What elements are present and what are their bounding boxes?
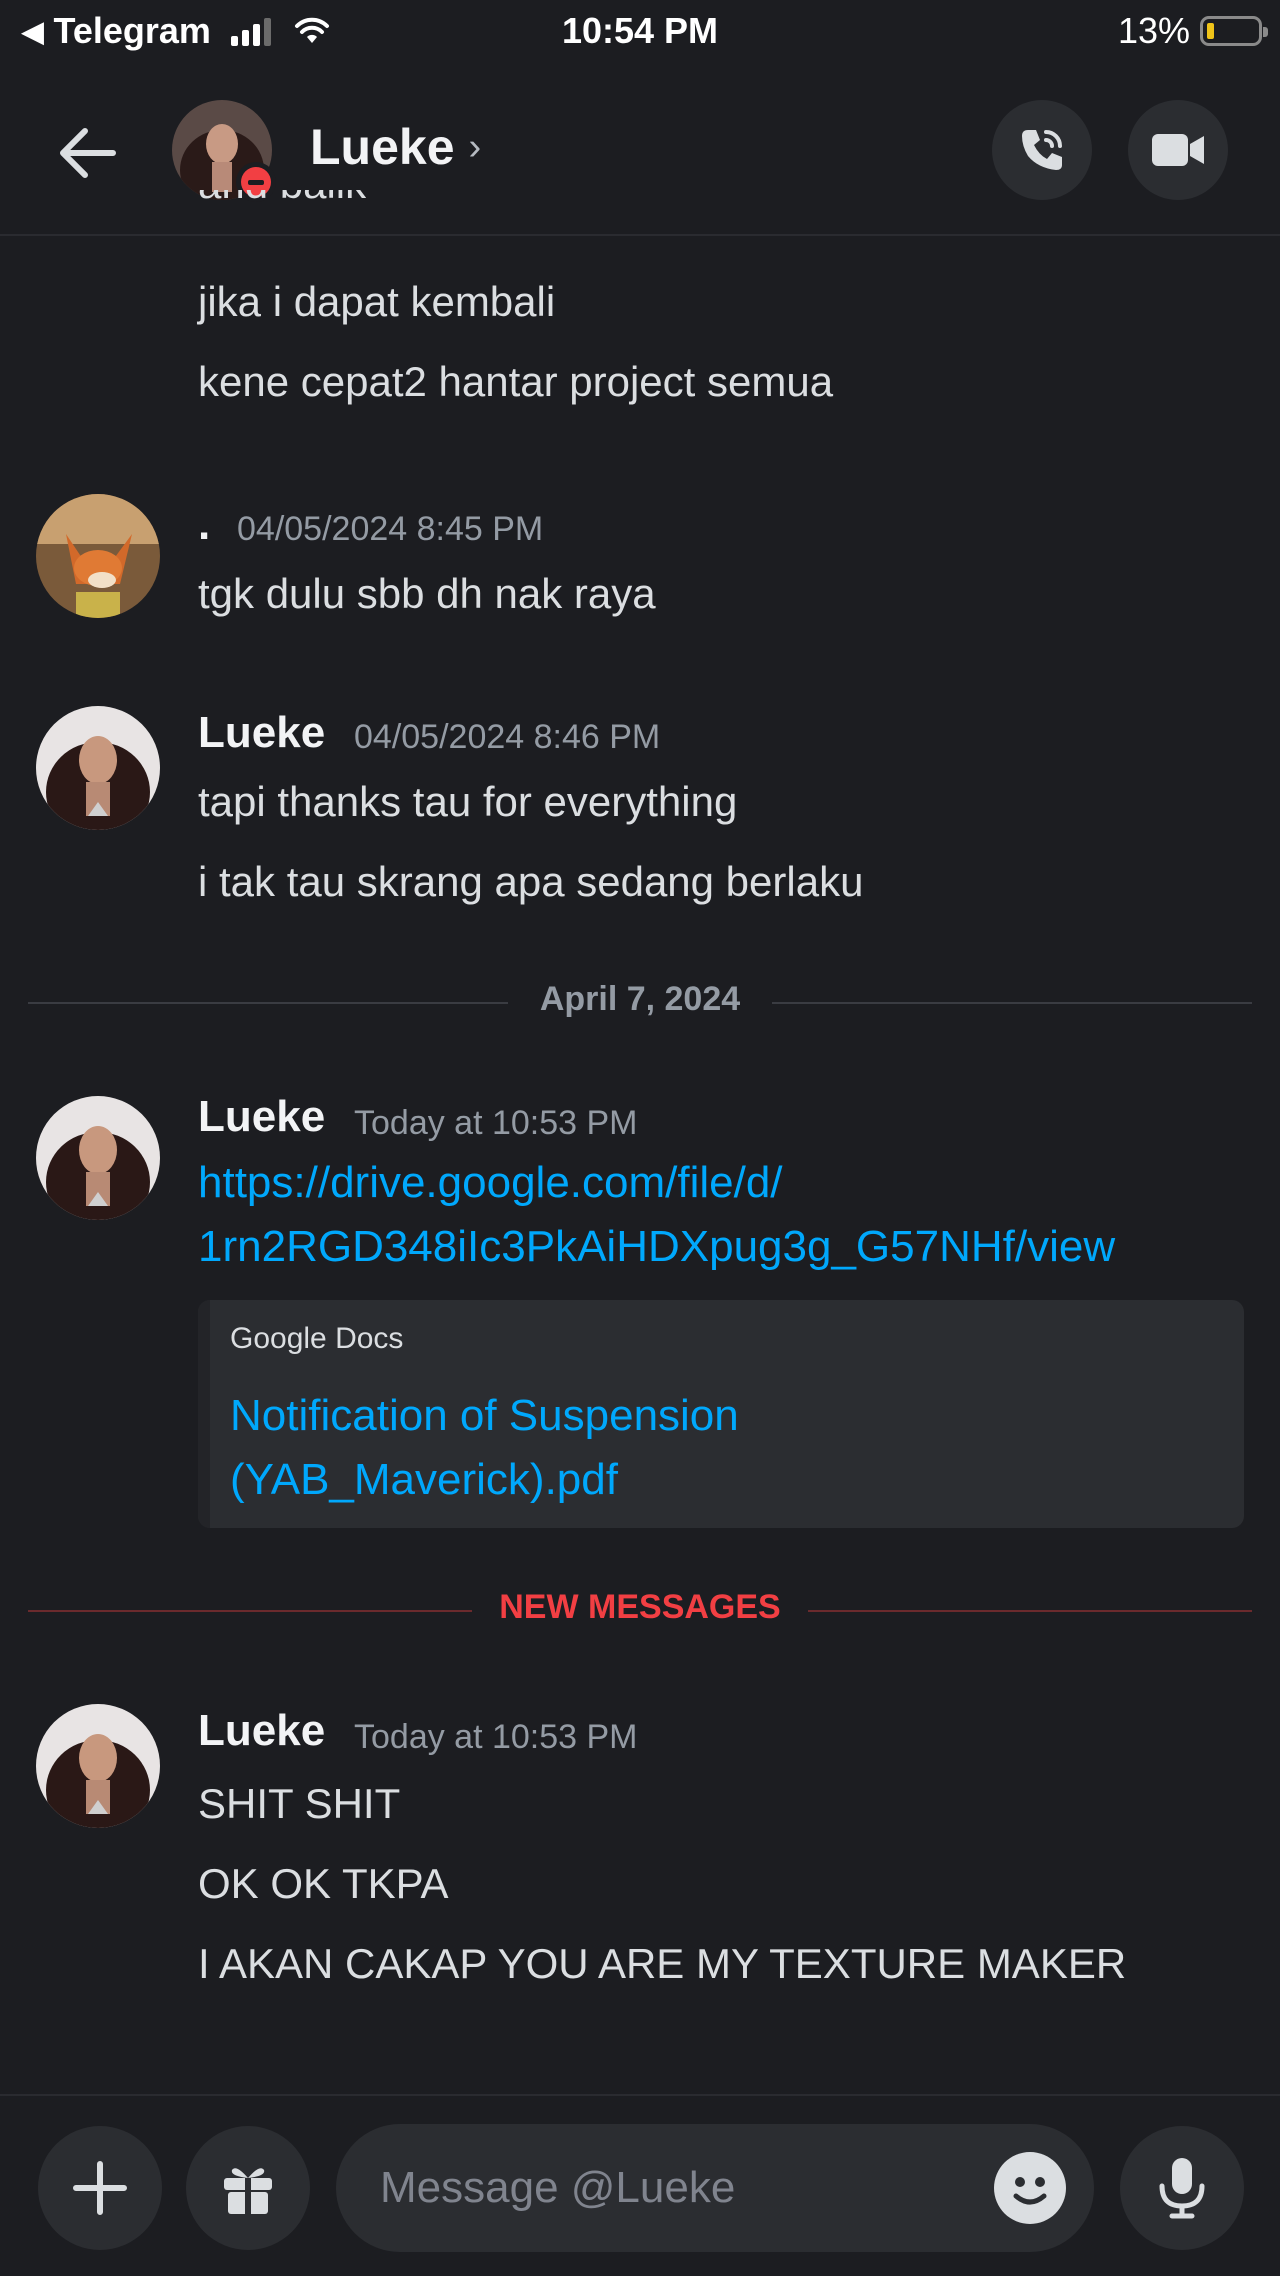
drive-link[interactable]: 1rn2RGD348iIc3PkAiHDXpug3g_G57NHf/view: [198, 1222, 1115, 1272]
message-author[interactable]: Lueke: [198, 708, 325, 758]
emoji-button[interactable]: [994, 2152, 1066, 2224]
chat-header: Lueke ›: [0, 66, 1280, 236]
message-line: tapi thanks tau for everything: [198, 778, 738, 825]
message-timestamp: 04/05/2024 8:45 PM: [237, 510, 544, 548]
message-input[interactable]: [336, 2124, 1094, 2252]
video-call-button[interactable]: [1128, 100, 1228, 200]
drive-link[interactable]: https://drive.google.com/file/d/: [198, 1158, 783, 1208]
gift-button[interactable]: [186, 2126, 310, 2250]
message-line: tgk dulu sbb dh nak raya: [198, 570, 656, 617]
battery-status: 13%: [1117, 10, 1268, 52]
phone-icon: [1022, 130, 1062, 170]
embed-provider: Google Docs: [230, 1322, 404, 1355]
emoji-icon: [1013, 2177, 1047, 2205]
message-line: OK OK TKPA: [198, 1860, 449, 1907]
attach-button[interactable]: [38, 2126, 162, 2250]
message-line: kene cepat2 hantar project semua: [198, 358, 834, 405]
message-timestamp: Today at 10:53 PM: [354, 1104, 638, 1142]
message-author[interactable]: Lueke: [198, 1706, 325, 1756]
microphone-icon: [1159, 2158, 1205, 2219]
message-line: i tak tau skrang apa sedang berlaku: [198, 858, 864, 905]
back-button[interactable]: [52, 118, 122, 188]
avatar[interactable]: [36, 1096, 160, 1220]
new-messages-divider: NEW MESSAGES: [28, 1588, 1252, 1626]
gift-icon: [224, 2168, 272, 2214]
status-bar: ◀ Telegram 10:54 PM 13%: [0, 0, 1280, 66]
message-author[interactable]: Lueke: [198, 1092, 325, 1142]
voice-message-button[interactable]: [1120, 2126, 1244, 2250]
contact-name: Lueke: [310, 119, 455, 175]
video-camera-icon: [1152, 134, 1204, 166]
message-composer: [0, 2094, 1280, 2276]
link-embed: Google Docs Notification of Suspension (…: [198, 1300, 1244, 1528]
chevron-right-icon: ›: [468, 125, 482, 168]
embed-title-link[interactable]: Notification of Suspension (YAB_Maverick…: [230, 1384, 739, 1512]
message-timestamp: 04/05/2024 8:46 PM: [354, 718, 661, 756]
contact-name-button[interactable]: Lueke ›: [310, 118, 481, 176]
message-line: SHIT SHIT: [198, 1780, 401, 1827]
voice-call-button[interactable]: [992, 100, 1092, 200]
battery-percent: 13%: [1117, 10, 1190, 51]
avatar[interactable]: [36, 1704, 160, 1828]
status-time: 10:54 PM: [561, 10, 719, 51]
back-arrow-icon: [60, 128, 116, 178]
message-author[interactable]: .: [198, 500, 210, 550]
avatar[interactable]: [36, 494, 160, 618]
plus-icon: [73, 2161, 127, 2215]
message-line: jika i dapat kembali: [198, 278, 556, 325]
message-line-clipped: and balik: [198, 190, 366, 240]
message-line: I AKAN CAKAP YOU ARE MY TEXTURE MAKER: [198, 1940, 1127, 1987]
message-timestamp: Today at 10:53 PM: [354, 1718, 638, 1756]
avatar[interactable]: [36, 706, 160, 830]
date-divider: April 7, 2024: [28, 980, 1252, 1018]
battery-icon: [1200, 16, 1268, 46]
embed-accent-bar: [198, 1300, 210, 1528]
